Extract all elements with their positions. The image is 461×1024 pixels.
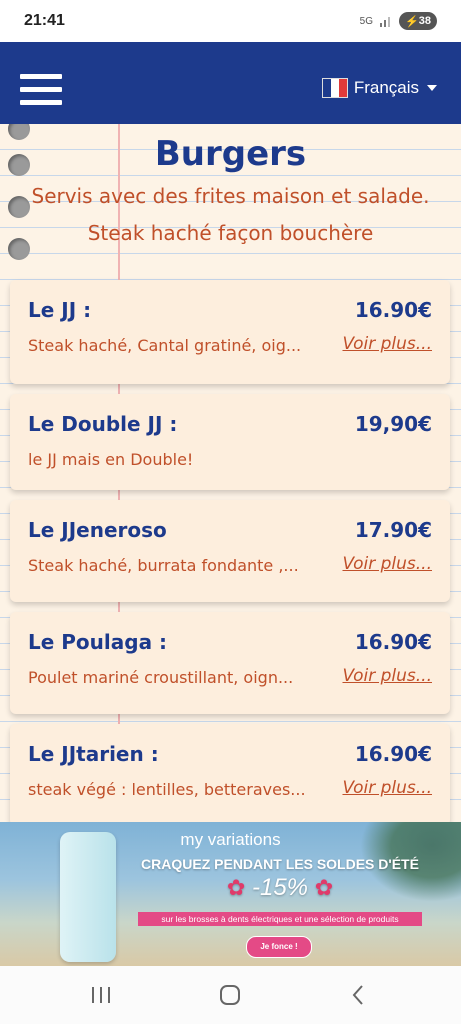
menu-item-card[interactable]: Le JJ : 16.90€ Steak haché, Cantal grati… bbox=[10, 280, 450, 384]
ad-brand-logo: my variations bbox=[180, 830, 281, 849]
hibiscus-icon: ✿ bbox=[226, 875, 246, 900]
network-icon: 5G bbox=[359, 15, 373, 27]
back-icon[interactable] bbox=[346, 982, 372, 1008]
menu-item-card[interactable]: Le Double JJ : 19,90€ le JJ mais en Doub… bbox=[10, 394, 450, 490]
ad-banner[interactable]: my variations CRAQUEZ PENDANT LES SOLDES… bbox=[0, 822, 461, 966]
caret-down-icon bbox=[427, 85, 437, 91]
menu-item-description: le JJ mais en Double! bbox=[28, 450, 194, 469]
menu-item-name: Le Poulaga : bbox=[28, 630, 168, 654]
clock: 21:41 bbox=[24, 12, 65, 29]
recents-icon[interactable] bbox=[88, 982, 114, 1008]
see-more-link[interactable]: Voir plus... bbox=[342, 778, 432, 798]
language-selector[interactable]: Français bbox=[321, 78, 437, 98]
ad-discount: ✿ -15% ✿ bbox=[120, 874, 440, 902]
menu-item-description: Steak haché, Cantal gratiné, oig... bbox=[28, 336, 302, 355]
menu-item-price: 16.90€ bbox=[354, 298, 432, 322]
menu-item-name: Le Double JJ : bbox=[28, 412, 178, 436]
section-subtitle: Servis avec des frites maison et salade. bbox=[31, 184, 430, 208]
menu-item-price: 16.90€ bbox=[354, 630, 432, 654]
menu-item-card[interactable]: Le JJeneroso 17.90€ Steak haché, burrata… bbox=[10, 500, 450, 602]
menu-item-card[interactable]: Le Poulaga : 16.90€ Poulet mariné croust… bbox=[10, 612, 450, 714]
menu-item-description: Poulet mariné croustillant, oign... bbox=[28, 668, 294, 687]
home-icon[interactable] bbox=[217, 982, 243, 1008]
see-more-link[interactable]: Voir plus... bbox=[342, 334, 432, 354]
system-navigation-bar bbox=[0, 966, 461, 1024]
toothbrush-image bbox=[60, 832, 116, 962]
battery-level: 38 bbox=[418, 15, 431, 27]
menu-item-description: steak végé : lentilles, betteraves... bbox=[28, 780, 306, 799]
ad-subline: sur les brosses à dents électriques et u… bbox=[138, 912, 422, 926]
menu-item-name: Le JJ : bbox=[28, 298, 92, 322]
see-more-link[interactable]: Voir plus... bbox=[342, 666, 432, 686]
signal-icon bbox=[380, 17, 390, 27]
hamburger-menu-icon[interactable] bbox=[20, 74, 62, 106]
menu-item-name: Le JJeneroso bbox=[28, 518, 167, 542]
see-more-link[interactable]: Voir plus... bbox=[342, 554, 432, 574]
status-bar: 21:41 5G ⚡ 38 bbox=[0, 0, 461, 42]
ad-cta-button[interactable]: Je fonce ! bbox=[246, 936, 312, 958]
menu-item-card[interactable]: Le JJtarien : 16.90€ steak végé : lentil… bbox=[10, 724, 450, 826]
ad-discount-value: -15% bbox=[251, 874, 309, 901]
status-icons: 5G ⚡ 38 bbox=[360, 12, 437, 30]
ad-headline: CRAQUEZ PENDANT LES SOLDES D'ÉTÉ bbox=[141, 856, 419, 872]
section-subtitle-2: Steak haché façon bouchère bbox=[87, 221, 374, 245]
menu-item-name: Le JJtarien : bbox=[28, 742, 159, 766]
french-flag-icon bbox=[321, 78, 348, 98]
menu-item-description: Steak haché, burrata fondante ,... bbox=[28, 556, 299, 575]
language-label: Français bbox=[353, 78, 419, 97]
menu-item-price: 16.90€ bbox=[354, 742, 432, 766]
battery-icon: ⚡ 38 bbox=[399, 12, 437, 30]
menu-item-price: 19,90€ bbox=[354, 412, 432, 436]
section-title: Burgers bbox=[154, 134, 307, 174]
hibiscus-icon: ✿ bbox=[314, 875, 334, 900]
menu-item-price: 17.90€ bbox=[354, 518, 432, 542]
